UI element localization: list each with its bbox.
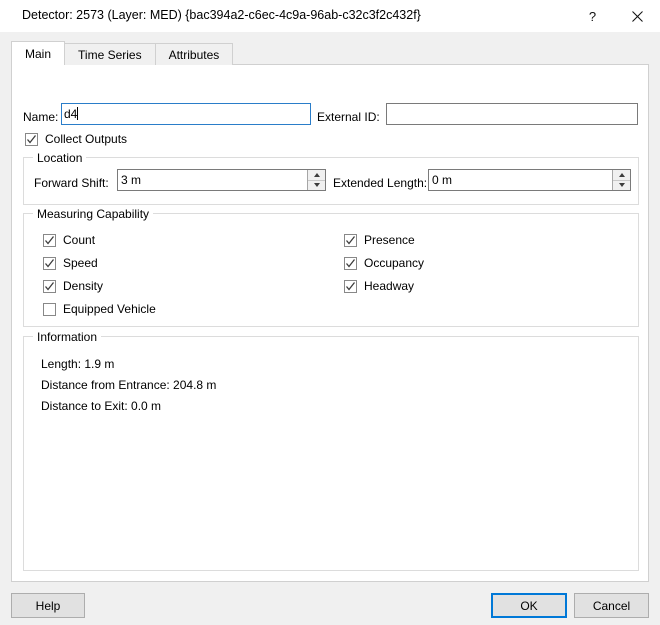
checkmark-icon [346, 235, 356, 245]
checkbox-density-label: Density [63, 279, 104, 293]
checkbox-count-label: Count [63, 233, 96, 247]
triangle-down-icon [618, 183, 625, 188]
tab-attributes-label: Attributes [168, 48, 220, 62]
tab-time-series[interactable]: Time Series [64, 43, 156, 65]
checkmark-icon [346, 281, 356, 291]
checkbox-occupancy-label: Occupancy [364, 256, 425, 270]
tab-main[interactable]: Main [11, 41, 66, 65]
extended-length-spin-buttons [612, 170, 630, 190]
forward-shift-value[interactable]: 3 m [118, 170, 307, 190]
checkbox-box [43, 302, 56, 316]
checkbox-speed-label: Speed [63, 256, 98, 270]
checkbox-count[interactable]: Count [43, 233, 95, 247]
help-button-label: Help [35, 598, 61, 613]
checkbox-equipped-vehicle[interactable]: Equipped Vehicle [43, 302, 156, 316]
close-glyph [632, 10, 643, 22]
close-icon[interactable] [615, 0, 660, 32]
checkbox-presence-label: Presence [364, 233, 415, 247]
checkmark-icon [45, 258, 55, 268]
tab-main-label: Main [25, 47, 52, 61]
spin-down-button[interactable] [308, 181, 325, 191]
forward-shift-spinner[interactable]: 3 m [117, 169, 326, 191]
checkbox-collect-outputs-label: Collect Outputs [45, 132, 128, 146]
window-title: Detector: 2573 (Layer: MED) {bac394a2-c6… [22, 8, 421, 22]
triangle-down-icon [313, 183, 320, 188]
tab-strip: Main Time Series Attributes [11, 41, 234, 65]
checkbox-box [344, 233, 357, 247]
group-information: Information Length: 1.9 m Distance from … [23, 330, 639, 571]
forward-shift-spin-buttons [307, 170, 325, 190]
checkbox-collect-outputs[interactable]: Collect Outputs [25, 132, 127, 146]
checkbox-box [43, 233, 56, 247]
title-bar-buttons: ? [570, 0, 660, 32]
checkbox-equipped-vehicle-label: Equipped Vehicle [63, 302, 156, 316]
checkmark-icon [45, 235, 55, 245]
extended-length-value[interactable]: 0 m [429, 170, 612, 190]
triangle-up-icon [313, 172, 320, 177]
checkbox-headway-label: Headway [364, 279, 415, 293]
ok-button[interactable]: OK [491, 593, 567, 618]
tab-time-series-label: Time Series [78, 48, 142, 62]
name-input[interactable]: d4 [61, 103, 311, 125]
triangle-up-icon [618, 172, 625, 177]
group-measuring-capability-title: Measuring Capability [33, 207, 154, 221]
checkmark-icon [27, 134, 37, 144]
external-id-label: External ID: [317, 110, 380, 124]
spin-up-button[interactable] [613, 170, 630, 181]
group-location-title: Location [33, 151, 87, 165]
info-distance-from-entrance: Distance from Entrance: 204.8 m [41, 378, 217, 392]
help-button[interactable]: Help [11, 593, 85, 618]
cancel-button-label: Cancel [592, 598, 631, 613]
spin-down-button[interactable] [613, 181, 630, 191]
title-bar: Detector: 2573 (Layer: MED) {bac394a2-c6… [0, 0, 660, 32]
help-icon[interactable]: ? [570, 0, 615, 32]
checkbox-box [43, 256, 56, 270]
info-distance-to-exit: Distance to Exit: 0.0 m [41, 399, 162, 413]
text-caret [77, 107, 79, 120]
checkbox-box [25, 132, 38, 146]
ok-button-label: OK [520, 598, 538, 613]
checkbox-density[interactable]: Density [43, 279, 103, 293]
extended-length-label: Extended Length: [333, 176, 428, 190]
checkbox-speed[interactable]: Speed [43, 256, 98, 270]
cancel-button[interactable]: Cancel [574, 593, 649, 618]
info-length: Length: 1.9 m [41, 357, 115, 371]
name-label: Name: [23, 110, 59, 124]
checkbox-box [43, 279, 56, 293]
checkmark-icon [346, 258, 356, 268]
tab-attributes[interactable]: Attributes [154, 43, 234, 65]
checkbox-box [344, 279, 357, 293]
checkbox-headway[interactable]: Headway [344, 279, 414, 293]
group-measuring-capability: Measuring Capability Count Speed Density… [23, 207, 639, 327]
external-id-input[interactable] [386, 103, 638, 125]
spin-up-button[interactable] [308, 170, 325, 181]
extended-length-spinner[interactable]: 0 m [428, 169, 631, 191]
name-input-value: d4 [64, 107, 78, 121]
group-location: Location Forward Shift: 3 m Extended Len… [23, 151, 639, 205]
checkbox-occupancy[interactable]: Occupancy [344, 256, 424, 270]
checkbox-presence[interactable]: Presence [344, 233, 415, 247]
tab-panel-main: Name: d4 External ID: Collect Outputs Lo… [11, 64, 649, 582]
checkmark-icon [45, 281, 55, 291]
group-information-title: Information [33, 330, 102, 344]
question-mark-glyph: ? [588, 8, 597, 24]
checkbox-box [344, 256, 357, 270]
forward-shift-label: Forward Shift: [34, 176, 109, 190]
dialog-body: Main Time Series Attributes Name: d4 Ext… [0, 32, 660, 625]
